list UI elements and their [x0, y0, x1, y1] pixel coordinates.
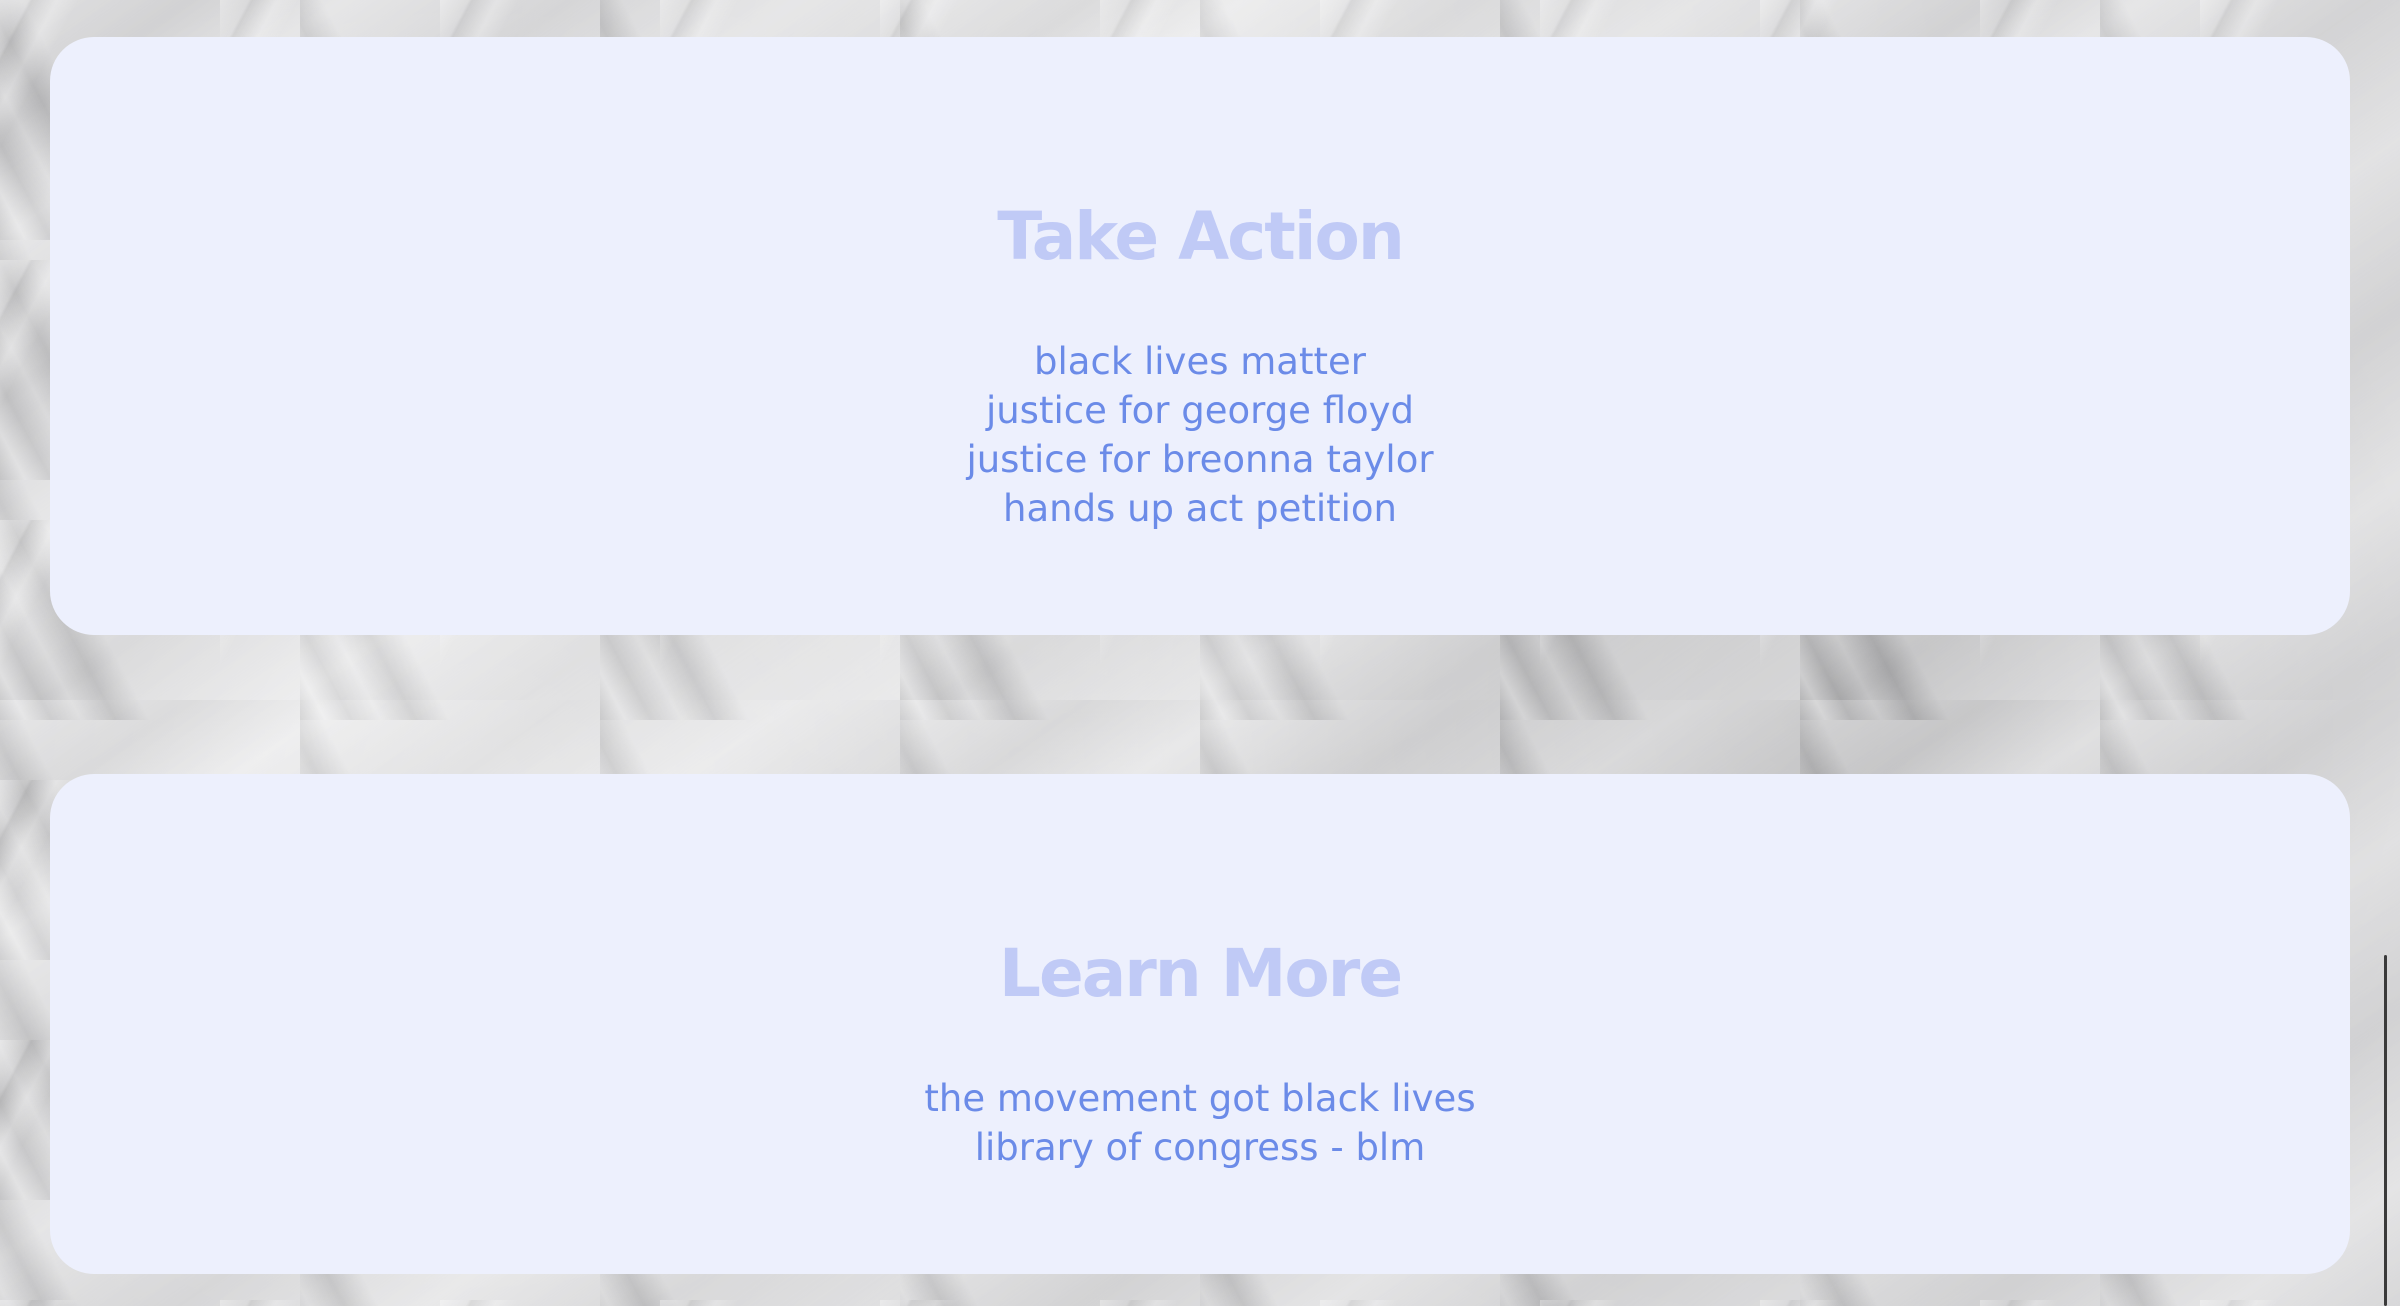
list-item: hands up act petition — [50, 484, 2350, 533]
link-justice-for-breonna-taylor[interactable]: justice for breonna taylor — [966, 438, 1433, 481]
scrollbar-thumb[interactable] — [2384, 955, 2387, 1306]
list-item: justice for george floyd — [50, 386, 2350, 435]
list-item: justice for breonna taylor — [50, 435, 2350, 484]
learn-more-link-list: the movement got black lives library of … — [50, 1074, 2350, 1172]
list-item: black lives matter — [50, 337, 2350, 386]
take-action-card: Take Action black lives matter justice f… — [50, 37, 2350, 635]
link-black-lives-matter[interactable]: black lives matter — [1034, 340, 1366, 383]
learn-more-title: Learn More — [998, 935, 1403, 1012]
link-hands-up-act-petition[interactable]: hands up act petition — [1003, 487, 1397, 530]
list-item: the movement got black lives — [50, 1074, 2350, 1123]
take-action-link-list: black lives matter justice for george fl… — [50, 337, 2350, 533]
take-action-title: Take Action — [997, 198, 1405, 275]
learn-more-card: Learn More the movement got black lives … — [50, 774, 2350, 1274]
link-library-of-congress-blm[interactable]: library of congress - blm — [975, 1126, 1426, 1169]
list-item: library of congress - blm — [50, 1123, 2350, 1172]
link-the-movement-got-black-lives[interactable]: the movement got black lives — [924, 1077, 1475, 1120]
link-justice-for-george-floyd[interactable]: justice for george floyd — [986, 389, 1414, 432]
